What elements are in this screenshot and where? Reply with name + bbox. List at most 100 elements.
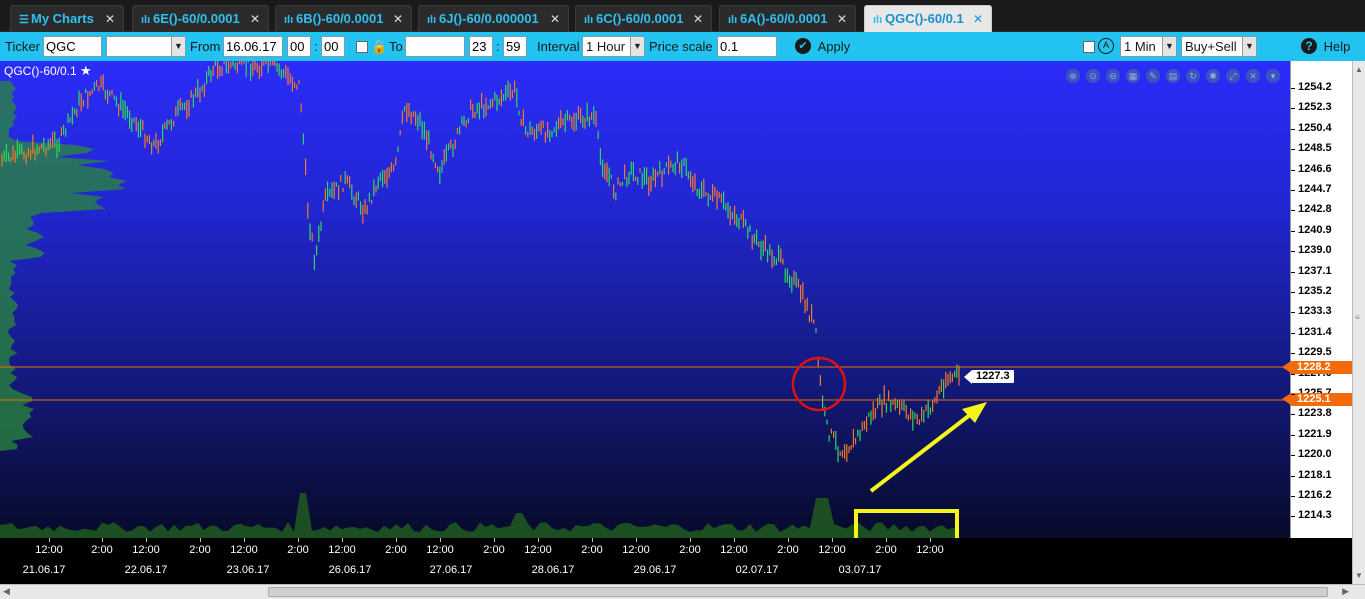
price-tick	[1291, 108, 1295, 110]
apply-button[interactable]: ✔ Apply	[795, 36, 855, 57]
price-tick-label: 1244.7	[1298, 183, 1332, 195]
tab-6j[interactable]: ılı 6J()-60/0.000001 ✕	[418, 5, 569, 32]
scroll-thumb[interactable]: ≡	[1355, 314, 1363, 326]
scroll-left-arrow[interactable]: ◀	[3, 586, 10, 597]
chart-area[interactable]: QGC()-60/0.1 ★ ⊕ ⊙ ⊖ ▦ ✎ ▤ ↻ ✱ ⤢ ✕ ▾ 1227.3	[0, 61, 1290, 538]
vertical-scrollbar[interactable]: ▲ ≡ ▼	[1352, 61, 1365, 584]
tab-6a[interactable]: ılı 6A()-60/0.0001 ✕	[719, 5, 856, 32]
price-tick-label: 1223.8	[1298, 407, 1332, 420]
refresh-icon[interactable]: ↻	[1186, 69, 1200, 83]
scroll-down-arrow[interactable]: ▼	[1355, 571, 1363, 580]
to-hour-input[interactable]	[469, 36, 493, 57]
time-tick	[788, 538, 789, 542]
tab-qgc[interactable]: ılı QGC()-60/0.1 ✕	[864, 5, 992, 32]
update-interval-value: 1 Min	[1124, 39, 1156, 54]
time-tick	[734, 538, 735, 542]
level-value: 1225.1	[1297, 393, 1331, 405]
auto-update-checkbox[interactable]	[1083, 41, 1095, 53]
time-tick-label: 2:00	[91, 544, 113, 556]
zoom-out-icon[interactable]: ⊖	[1106, 69, 1120, 83]
price-tick	[1291, 373, 1295, 375]
chevron-down-icon[interactable]: ▾	[1266, 69, 1280, 83]
date-label: 03.07.17	[838, 564, 882, 576]
from-label: From	[190, 39, 221, 54]
time-tick-label: 2:00	[287, 544, 309, 556]
tab-6c[interactable]: ılı 6C()-60/0.0001 ✕	[575, 5, 712, 32]
horizontal-scrollbar[interactable]: ◀ ▶	[0, 584, 1365, 599]
close-icon[interactable]: ✕	[837, 6, 847, 32]
price-tick	[1291, 332, 1295, 334]
scroll-up-arrow[interactable]: ▲	[1355, 65, 1363, 74]
price-axis[interactable]: 1214.3 1216.2 1218.1 1220.0 1221.9 1223.8 1225…	[1282, 61, 1352, 538]
price-tick-label: 1252.3	[1298, 101, 1332, 114]
time-tick	[49, 538, 50, 542]
price-tick-label: 1240.9	[1298, 223, 1332, 236]
tab-my-charts[interactable]: ☰ My Charts ✕	[10, 5, 124, 32]
price-scale-input[interactable]	[717, 36, 777, 57]
volume-profile-area	[0, 81, 127, 451]
table-icon[interactable]: ▤	[1166, 69, 1180, 83]
close-icon[interactable]: ✕	[393, 6, 403, 32]
price-tick-label: 1237.1	[1298, 264, 1332, 277]
time-tick-label: 12:00	[35, 544, 63, 556]
ticker-input[interactable]	[43, 36, 102, 57]
level-tag-pointer	[1282, 393, 1291, 405]
chevron-down-icon: ▼	[630, 37, 644, 56]
date-label: 28.06.17	[531, 564, 575, 576]
price-tick-label: 1248.5	[1298, 142, 1332, 155]
price-tick	[1291, 210, 1295, 212]
update-interval-dropdown[interactable]: 1 Min ▼	[1120, 36, 1177, 57]
gear-icon[interactable]: ✱	[1206, 69, 1220, 83]
zoom-icon[interactable]: ⊙	[1086, 69, 1100, 83]
price-tick-label: 1229.5	[1298, 346, 1332, 359]
tab-6b[interactable]: ılı 6B()-60/0.0001 ✕	[275, 5, 412, 32]
time-tick-label: 12:00	[720, 544, 748, 556]
time-tick-label: 12:00	[622, 544, 650, 556]
bar-chart-icon: ılı	[427, 14, 437, 26]
check-circle-icon: ✔	[795, 38, 811, 54]
expand-icon[interactable]: ⤢	[1226, 69, 1240, 83]
scroll-right-arrow[interactable]: ▶	[1342, 586, 1349, 597]
close-icon[interactable]: ✕	[105, 6, 115, 32]
to-minute-input[interactable]	[503, 36, 527, 57]
ticker-dropdown[interactable]: ▼	[106, 36, 186, 57]
close-icon[interactable]: ✕	[1246, 69, 1260, 83]
help-label: Help	[1323, 39, 1351, 54]
price-tick	[1291, 312, 1295, 314]
time-tick	[396, 538, 397, 542]
from-minute-input[interactable]	[321, 36, 345, 57]
close-icon[interactable]: ✕	[693, 6, 703, 32]
to-date-input[interactable]	[405, 36, 465, 57]
time-axis[interactable]: 12:00 2:00 12:00 2:00 12:00 2:00 12:00 2:00 12:0…	[0, 538, 1352, 584]
time-tick	[886, 538, 887, 542]
time-tick	[102, 538, 103, 542]
star-icon[interactable]: ★	[80, 63, 92, 78]
volume-area	[0, 493, 1000, 538]
refresh-icon[interactable]: A	[1098, 38, 1114, 54]
callout-pointer	[964, 370, 972, 384]
interval-dropdown[interactable]: 1 Hour ▼	[582, 36, 645, 57]
tab-label: 6J()-60/0.000001	[439, 11, 539, 26]
price-tick	[1291, 190, 1295, 191]
apply-label: Apply	[817, 39, 851, 54]
close-icon[interactable]: ✕	[973, 6, 983, 32]
from-date-input[interactable]	[223, 36, 283, 57]
price-tick	[1291, 230, 1295, 232]
time-tick-label: 2:00	[189, 544, 211, 556]
zoom-in-icon[interactable]: ⊕	[1066, 69, 1080, 83]
mode-dropdown[interactable]: Buy+Sell ▼	[1181, 36, 1257, 57]
close-icon[interactable]: ✕	[250, 6, 260, 32]
tab-6e[interactable]: ılı 6E()-60/0.0001 ✕	[132, 5, 269, 32]
date-label: 21.06.17	[22, 564, 66, 576]
close-icon[interactable]: ✕	[550, 6, 560, 32]
price-tick-label: 1250.4	[1298, 121, 1332, 134]
to-enable-checkbox[interactable]	[356, 41, 368, 53]
price-tick-label: 1235.2	[1298, 285, 1332, 297]
bar-chart-icon: ılı	[141, 14, 151, 26]
pencil-icon[interactable]: ✎	[1146, 69, 1160, 83]
help-button[interactable]: ? Help	[1301, 36, 1351, 57]
lock-icon[interactable]: 🔒	[371, 36, 387, 57]
from-hour-input[interactable]	[287, 36, 311, 57]
grid-icon[interactable]: ▦	[1126, 69, 1140, 83]
scroll-thumb[interactable]	[268, 587, 1328, 597]
